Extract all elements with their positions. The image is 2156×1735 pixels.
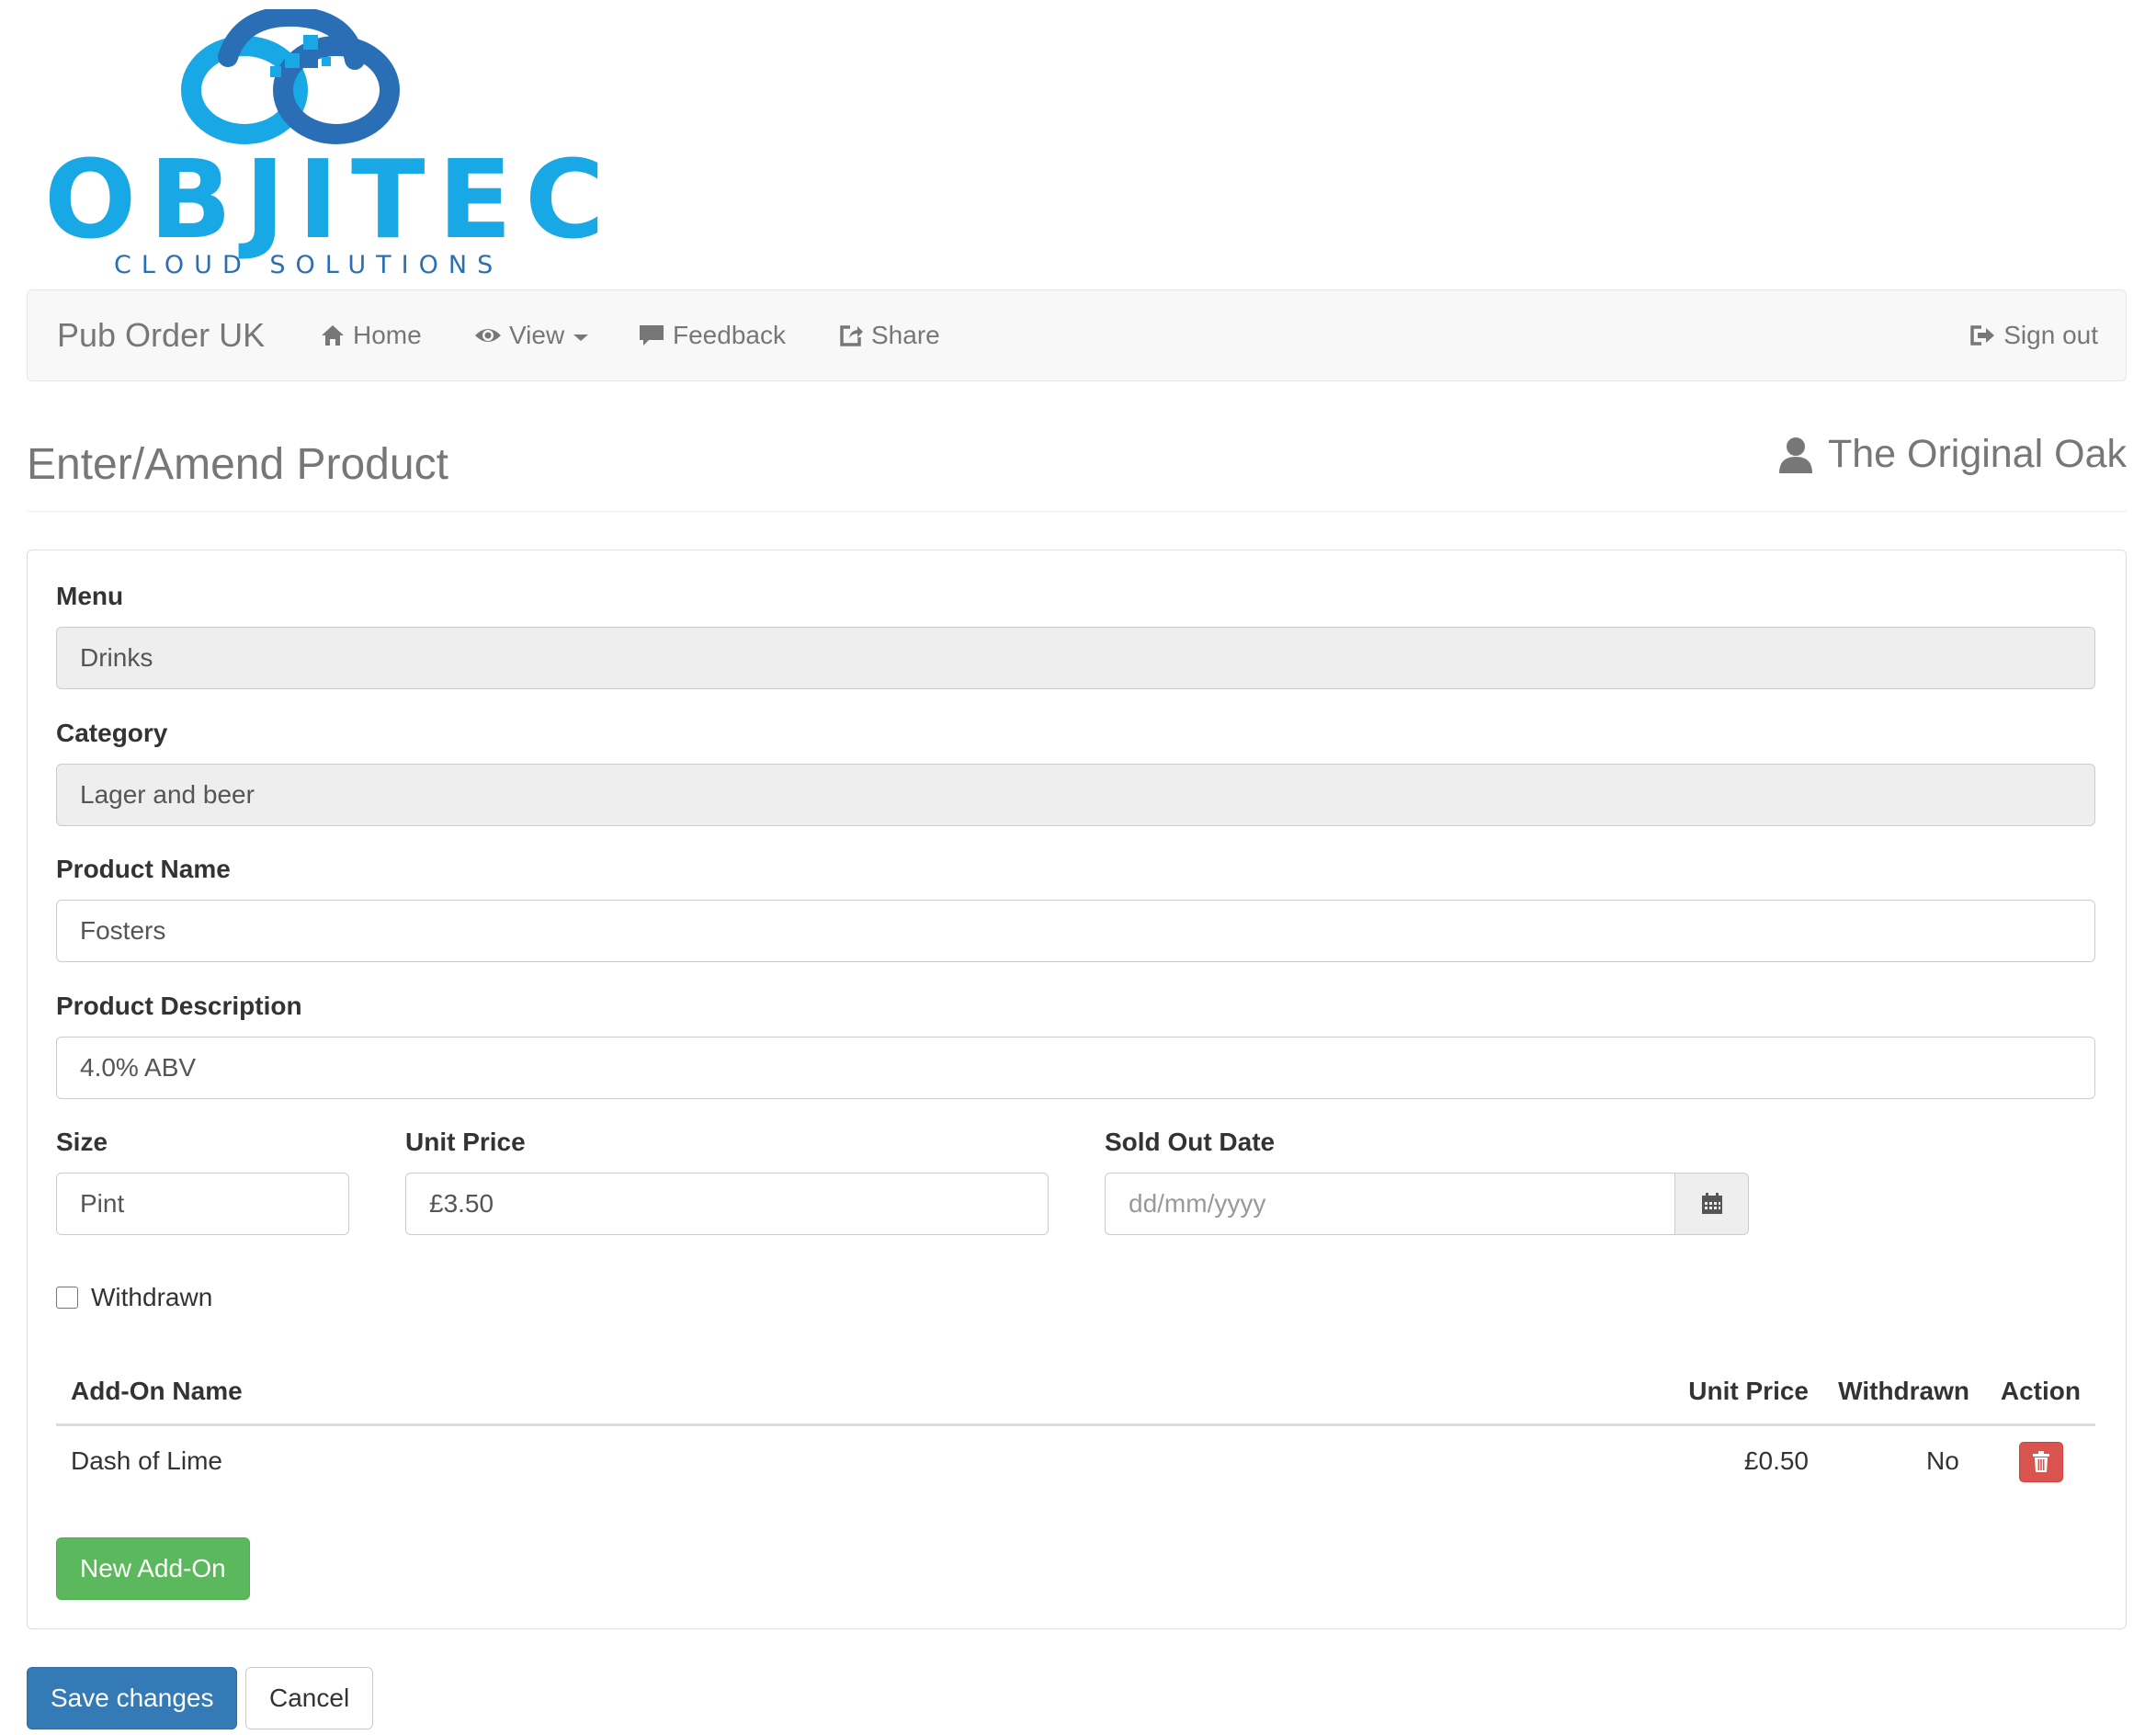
menu-label: Menu xyxy=(56,582,124,610)
addon-unit-price-cell: £0.50 xyxy=(1743,1446,1809,1475)
unit-price-label: Unit Price xyxy=(405,1128,526,1156)
comment-icon xyxy=(640,325,664,346)
product-description-input[interactable] xyxy=(56,1037,2095,1099)
addon-name-cell: Dash of Lime xyxy=(71,1446,222,1475)
trash-icon xyxy=(2033,1451,2049,1472)
nav-share-label: Share xyxy=(871,321,940,349)
save-changes-button[interactable]: Save changes xyxy=(27,1667,238,1729)
header-divider xyxy=(27,511,2127,512)
logo-wordmark: OBJITEC xyxy=(44,136,618,263)
current-user: The Original Oak xyxy=(1778,432,2127,477)
unit-price-input[interactable] xyxy=(405,1173,1049,1235)
nav-share[interactable]: Share xyxy=(838,290,940,380)
size-input[interactable] xyxy=(56,1173,349,1235)
nav-feedback[interactable]: Feedback xyxy=(638,290,786,380)
logo-tagline: CLOUD SOLUTIONS xyxy=(114,251,504,279)
size-label: Size xyxy=(56,1128,108,1156)
cloud-infinity-logo-icon xyxy=(181,9,400,144)
category-field[interactable] xyxy=(56,764,2095,826)
eye-icon xyxy=(475,329,501,342)
nav-view-dropdown[interactable]: View xyxy=(474,290,589,380)
user-icon xyxy=(1778,437,1812,473)
col-header-action: Action xyxy=(2000,1377,2081,1405)
col-header-addon-name: Add-On Name xyxy=(71,1377,243,1405)
product-form-panel: Menu Category Product Name Product Descr… xyxy=(27,550,2127,1629)
withdrawn-label: Withdrawn xyxy=(91,1283,213,1311)
new-addon-button[interactable]: New Add-On xyxy=(56,1537,250,1600)
menu-field[interactable] xyxy=(56,627,2095,689)
navbar: Pub Order UK Home View Feedback Share Si… xyxy=(27,289,2127,381)
withdrawn-checkbox[interactable] xyxy=(56,1287,78,1309)
log-out-icon xyxy=(1970,325,1995,346)
sold-out-date-input[interactable] xyxy=(1105,1173,1675,1235)
cancel-button[interactable]: Cancel xyxy=(245,1667,374,1729)
page-title: Enter/Amend Product xyxy=(27,440,448,489)
share-icon xyxy=(840,325,863,346)
withdrawn-checkbox-row[interactable]: Withdrawn xyxy=(56,1283,212,1312)
product-name-label: Product Name xyxy=(56,855,231,883)
col-header-unit-price: Unit Price xyxy=(1688,1377,1809,1405)
calendar-icon xyxy=(1701,1193,1722,1214)
product-description-label: Product Description xyxy=(56,992,302,1020)
addon-withdrawn-cell: No xyxy=(1926,1446,1959,1475)
table-header-divider xyxy=(56,1423,2095,1426)
category-label: Category xyxy=(56,719,168,747)
nav-sign-out-label: Sign out xyxy=(2003,321,2098,349)
nav-home[interactable]: Home xyxy=(320,290,422,380)
col-header-withdrawn: Withdrawn xyxy=(1838,1377,1969,1405)
company-logo: OBJITEC CLOUD SOLUTIONS xyxy=(44,9,618,279)
date-picker-button[interactable] xyxy=(1675,1173,1749,1235)
nav-view-label: View xyxy=(509,321,565,349)
nav-sign-out[interactable]: Sign out xyxy=(1969,290,2098,380)
product-name-input[interactable] xyxy=(56,900,2095,962)
current-user-name: The Original Oak xyxy=(1827,432,2127,476)
home-icon xyxy=(322,325,344,346)
delete-addon-button[interactable] xyxy=(2019,1442,2063,1482)
sold-out-date-label: Sold Out Date xyxy=(1105,1128,1276,1156)
navbar-brand[interactable]: Pub Order UK xyxy=(57,290,265,380)
nav-home-label: Home xyxy=(353,321,422,349)
nav-feedback-label: Feedback xyxy=(673,321,786,349)
chevron-down-icon xyxy=(573,334,589,341)
